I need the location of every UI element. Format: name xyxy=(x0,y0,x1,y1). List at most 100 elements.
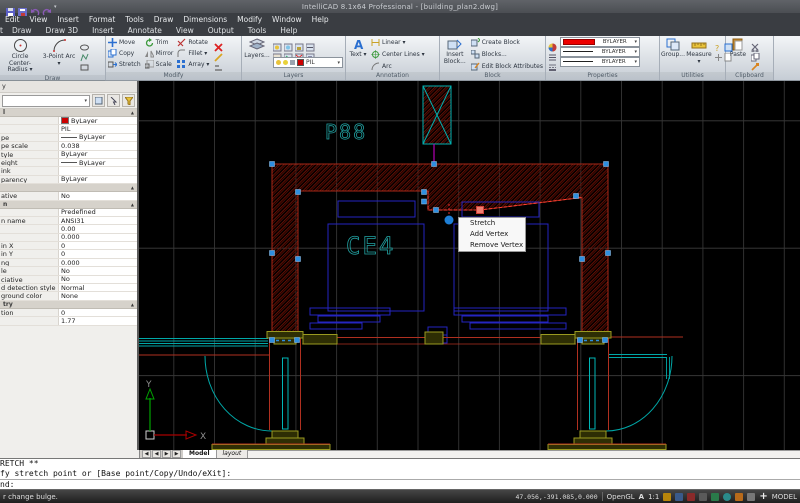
plot-icon[interactable] xyxy=(18,2,28,11)
redo-icon[interactable] xyxy=(42,2,52,11)
match-properties-icon[interactable] xyxy=(751,57,760,66)
arc-button[interactable]: 3-Point Arc ▾ xyxy=(41,37,77,67)
arc-dim-button[interactable]: Arc xyxy=(371,61,425,71)
label-ce4[interactable]: CE4 xyxy=(346,232,395,260)
label-p88[interactable]: P88 xyxy=(325,120,367,144)
linetype-settings-icon[interactable] xyxy=(548,57,557,66)
first-tab-button[interactable]: ◀ xyxy=(142,450,151,458)
select-entities-button[interactable] xyxy=(107,94,120,107)
center-lines-button[interactable]: Center Lines ▾ xyxy=(371,49,425,59)
blocks-button[interactable]: Blocks... xyxy=(471,49,543,59)
layer-on-icon[interactable] xyxy=(273,37,282,46)
menu-tools[interactable]: Tools xyxy=(120,15,148,24)
array-button[interactable]: Array ▾ xyxy=(177,59,209,69)
section-header-general[interactable]: l▲ xyxy=(0,109,137,117)
color-wheel-icon[interactable] xyxy=(548,37,557,46)
menu-dimensions[interactable]: Dimensions xyxy=(178,15,232,24)
ucs-toggle-icon[interactable] xyxy=(747,493,755,501)
edit-block-attributes-button[interactable]: Edit Block Attributes xyxy=(471,61,543,71)
menu-item-stretch[interactable]: Stretch xyxy=(459,218,525,229)
stretch-button[interactable]: Stretch xyxy=(108,59,141,69)
tab-model[interactable]: Model xyxy=(183,450,217,458)
ribbon-tab-tools[interactable]: Tools xyxy=(241,26,273,35)
copy-clip-icon[interactable] xyxy=(751,47,760,56)
grid-toggle-icon[interactable] xyxy=(675,493,683,501)
menu-draw[interactable]: Draw xyxy=(149,15,179,24)
quick-select-button[interactable] xyxy=(122,94,135,107)
ribbon-tab-draw3d[interactable]: Draw 3D xyxy=(39,26,86,35)
linetype-control[interactable]: BYLAYER▾ xyxy=(560,57,657,66)
entity-selector-dropdown[interactable]: ▾ xyxy=(2,95,90,107)
polar-toggle-icon[interactable] xyxy=(699,493,707,501)
rotate-button[interactable]: Trim xyxy=(145,37,174,47)
command-input-line[interactable]: nd: xyxy=(0,479,800,489)
crosshair-plus-icon[interactable]: + xyxy=(759,492,767,502)
rectangle-tool-icon[interactable] xyxy=(80,57,89,66)
ribbon-tab-view[interactable]: View xyxy=(169,26,201,35)
renderer-label[interactable]: OpenGL xyxy=(607,493,635,501)
scale-button[interactable]: Scale xyxy=(145,59,174,69)
move-button[interactable]: Move xyxy=(108,37,141,47)
polyline-tool-icon[interactable] xyxy=(80,47,89,56)
layers-button[interactable]: Layers... xyxy=(244,37,270,60)
layer-off-icon[interactable] xyxy=(295,47,304,56)
menu-modify[interactable]: Modify xyxy=(232,15,267,24)
command-window[interactable]: RETCH ** fy stretch point or [Base point… xyxy=(0,458,800,489)
layer-freeze-icon[interactable] xyxy=(284,37,293,46)
lineweight-settings-icon[interactable] xyxy=(548,47,557,56)
ribbon-tab-output[interactable]: Output xyxy=(201,26,241,35)
section-header-geometry[interactable]: try▲ xyxy=(0,301,137,309)
save-icon[interactable] xyxy=(6,2,16,11)
next-tab-button[interactable]: ▶ xyxy=(162,450,171,458)
copy-button[interactable]: Copy xyxy=(108,48,141,58)
hot-grip[interactable] xyxy=(477,207,484,214)
color-control[interactable]: BYLAYER▾ xyxy=(560,37,657,46)
id-point-icon[interactable]: ? xyxy=(714,37,723,46)
layer-state-icon[interactable] xyxy=(306,47,315,56)
drawing-canvas[interactable]: P88 CE4 Y X xyxy=(139,81,800,450)
ellipse-tool-icon[interactable] xyxy=(80,37,89,46)
ribbon-tab-help[interactable]: Help xyxy=(273,26,304,35)
qat-chevron-icon[interactable]: ▾ xyxy=(54,4,57,10)
section-header-pattern[interactable]: n▲ xyxy=(0,201,137,209)
last-tab-button[interactable]: ▶ xyxy=(172,450,181,458)
lwt-toggle-icon[interactable] xyxy=(735,493,743,501)
trim-button[interactable]: Rotate xyxy=(177,37,209,47)
coordinates-readout[interactable]: 47.056,-391.085,0.000 xyxy=(515,493,597,501)
linear-dim-button[interactable]: Linear ▾ xyxy=(371,37,425,47)
circle-button[interactable]: Circle Center-Radius ▾ xyxy=(2,37,38,74)
layer-dropdown[interactable]: PIL ▾ xyxy=(273,57,343,68)
lineweight-control[interactable]: BYLAYER▾ xyxy=(560,47,657,56)
esnap-toggle-icon[interactable] xyxy=(711,493,719,501)
text-button[interactable]: A Text ▾ xyxy=(348,37,368,59)
layer-isolate-icon[interactable] xyxy=(306,37,315,46)
create-block-button[interactable]: Create Block xyxy=(471,37,543,47)
mirror-button[interactable]: Mirror xyxy=(145,48,174,58)
layer-lock-icon[interactable] xyxy=(295,37,304,46)
section-header-misc[interactable]: ▲ xyxy=(0,184,137,192)
undo-icon[interactable] xyxy=(30,2,40,11)
snap-toggle-icon[interactable] xyxy=(663,493,671,501)
ribbon-tab-insert[interactable]: Insert xyxy=(85,26,121,35)
annotation-letter[interactable]: A xyxy=(639,493,644,501)
cut-icon[interactable] xyxy=(751,37,760,46)
layer-match-icon[interactable] xyxy=(284,47,293,56)
fillet-button[interactable]: Fillet ▾ xyxy=(177,48,209,58)
group-button[interactable]: Group... xyxy=(662,37,684,59)
measure-button[interactable]: Measure ▾ xyxy=(687,37,711,65)
insert-block-button[interactable]: Insert Block... xyxy=(442,37,468,65)
model-space-toggle[interactable]: MODEL xyxy=(772,493,797,501)
layer-prev-icon[interactable] xyxy=(273,47,282,56)
menu-insert[interactable]: Insert xyxy=(52,15,84,24)
join-icon[interactable] xyxy=(214,57,223,66)
ribbon-tab-annotate[interactable]: Annotate xyxy=(121,26,169,35)
menu-window[interactable]: Window xyxy=(267,15,307,24)
menu-item-add-vertex[interactable]: Add Vertex xyxy=(459,229,525,240)
paste-button[interactable]: Paste xyxy=(728,37,748,59)
annotation-scale[interactable]: 1:1 xyxy=(648,493,659,501)
explode-icon[interactable] xyxy=(214,47,223,56)
tab-layout[interactable]: layout xyxy=(217,450,249,458)
etrack-toggle-icon[interactable] xyxy=(723,493,731,501)
erase-icon[interactable] xyxy=(214,37,223,46)
menu-item-remove-vertex[interactable]: Remove Vertex xyxy=(459,240,525,251)
